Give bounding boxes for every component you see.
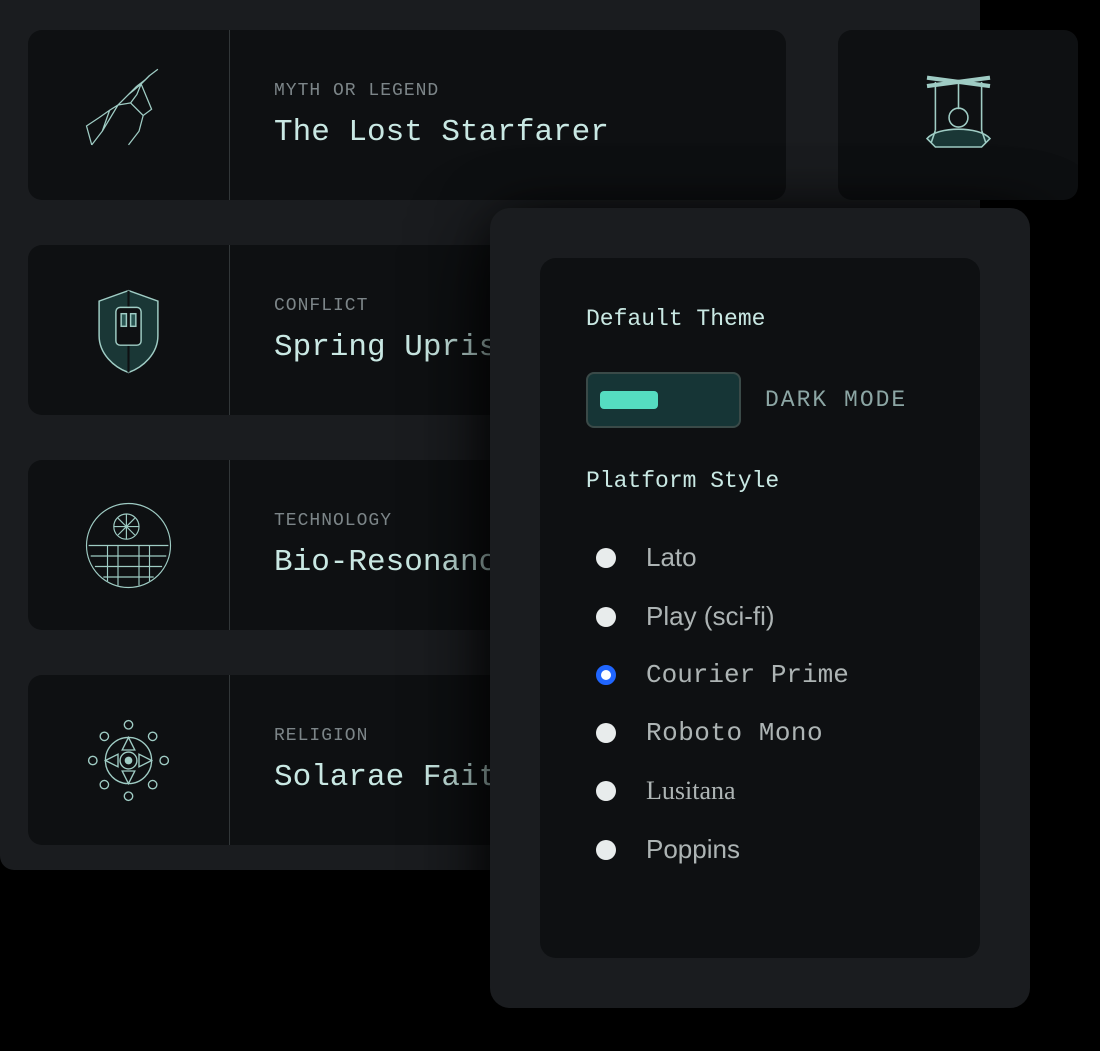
card-category: RELIGION <box>274 726 516 746</box>
radio-icon <box>596 548 616 568</box>
theme-toggle-row: DARK MODE <box>586 372 934 428</box>
radio-icon <box>596 723 616 743</box>
font-option-label: Lato <box>646 542 697 573</box>
card-icon-col <box>28 245 230 415</box>
card-title: The Lost Starfarer <box>274 115 609 150</box>
toggle-switch-knob <box>600 391 658 409</box>
shield-helmet-icon <box>76 278 181 383</box>
tech-sphere-icon <box>76 493 181 598</box>
card-category: MYTH OR LEGEND <box>274 81 609 101</box>
unicorn-icon <box>76 63 181 168</box>
theme-section-label: Default Theme <box>586 306 934 332</box>
card-icon-col <box>28 30 230 200</box>
font-option-lato[interactable]: Lato <box>596 542 934 573</box>
font-option-label: Play (sci-fi) <box>646 601 775 632</box>
radio-icon-selected <box>596 665 616 685</box>
font-radio-list: Lato Play (sci-fi) Courier Prime Roboto … <box>586 542 934 865</box>
font-option-label: Poppins <box>646 834 740 865</box>
font-option-roboto-mono[interactable]: Roboto Mono <box>596 718 934 748</box>
font-option-lusitana[interactable]: Lusitana <box>596 776 934 806</box>
dark-mode-toggle[interactable] <box>586 372 741 428</box>
sun-mandala-icon <box>76 708 181 813</box>
settings-inner: Default Theme DARK MODE Platform Style L… <box>540 258 980 958</box>
font-option-poppins[interactable]: Poppins <box>596 834 934 865</box>
card-icon-col <box>28 460 230 630</box>
font-option-label: Roboto Mono <box>646 718 823 748</box>
card-title: Solarae Faith <box>274 760 516 795</box>
card-icon-col <box>28 675 230 845</box>
font-option-label: Courier Prime <box>646 660 849 690</box>
dark-mode-label: DARK MODE <box>765 387 907 413</box>
radio-icon <box>596 607 616 627</box>
entry-card-myth[interactable]: MYTH OR LEGEND The Lost Starfarer <box>28 30 786 200</box>
radio-icon <box>596 840 616 860</box>
radio-icon <box>596 781 616 801</box>
card-text-col: MYTH OR LEGEND The Lost Starfarer <box>230 81 609 150</box>
font-option-label: Lusitana <box>646 776 736 806</box>
font-option-courier-prime[interactable]: Courier Prime <box>596 660 934 690</box>
style-section-label: Platform Style <box>586 468 934 494</box>
card-text-col: RELIGION Solarae Faith <box>230 726 516 795</box>
entry-card-side[interactable] <box>838 30 1078 200</box>
settings-panel: Default Theme DARK MODE Platform Style L… <box>490 208 1030 1008</box>
marionette-icon <box>906 63 1011 168</box>
font-option-play[interactable]: Play (sci-fi) <box>596 601 934 632</box>
